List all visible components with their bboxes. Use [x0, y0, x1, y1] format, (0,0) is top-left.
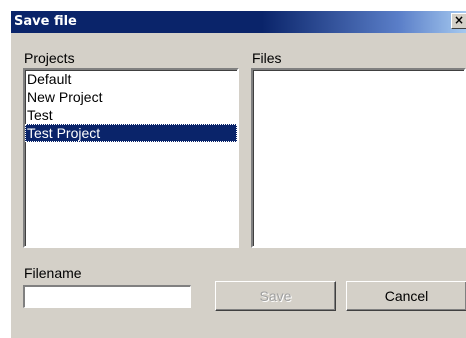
filename-label: Filename [24, 265, 82, 281]
projects-listbox[interactable]: Default New Project Test Test Project [23, 68, 239, 248]
filename-input[interactable] [23, 285, 191, 308]
title-bar[interactable]: Save file × [11, 11, 466, 33]
list-item[interactable]: Test [25, 106, 237, 124]
projects-label: Projects [24, 50, 75, 66]
save-button[interactable]: Save [215, 281, 336, 311]
files-label: Files [252, 50, 282, 66]
list-item-selected[interactable]: Test Project [25, 124, 237, 142]
files-listbox[interactable] [251, 68, 466, 248]
list-item[interactable]: New Project [25, 88, 237, 106]
close-icon[interactable]: × [451, 13, 466, 29]
window-title: Save file [14, 14, 77, 29]
save-file-dialog: Save file × Projects Files Default New P… [10, 10, 466, 338]
list-item[interactable]: Default [25, 70, 237, 88]
cancel-button[interactable]: Cancel [346, 281, 466, 311]
